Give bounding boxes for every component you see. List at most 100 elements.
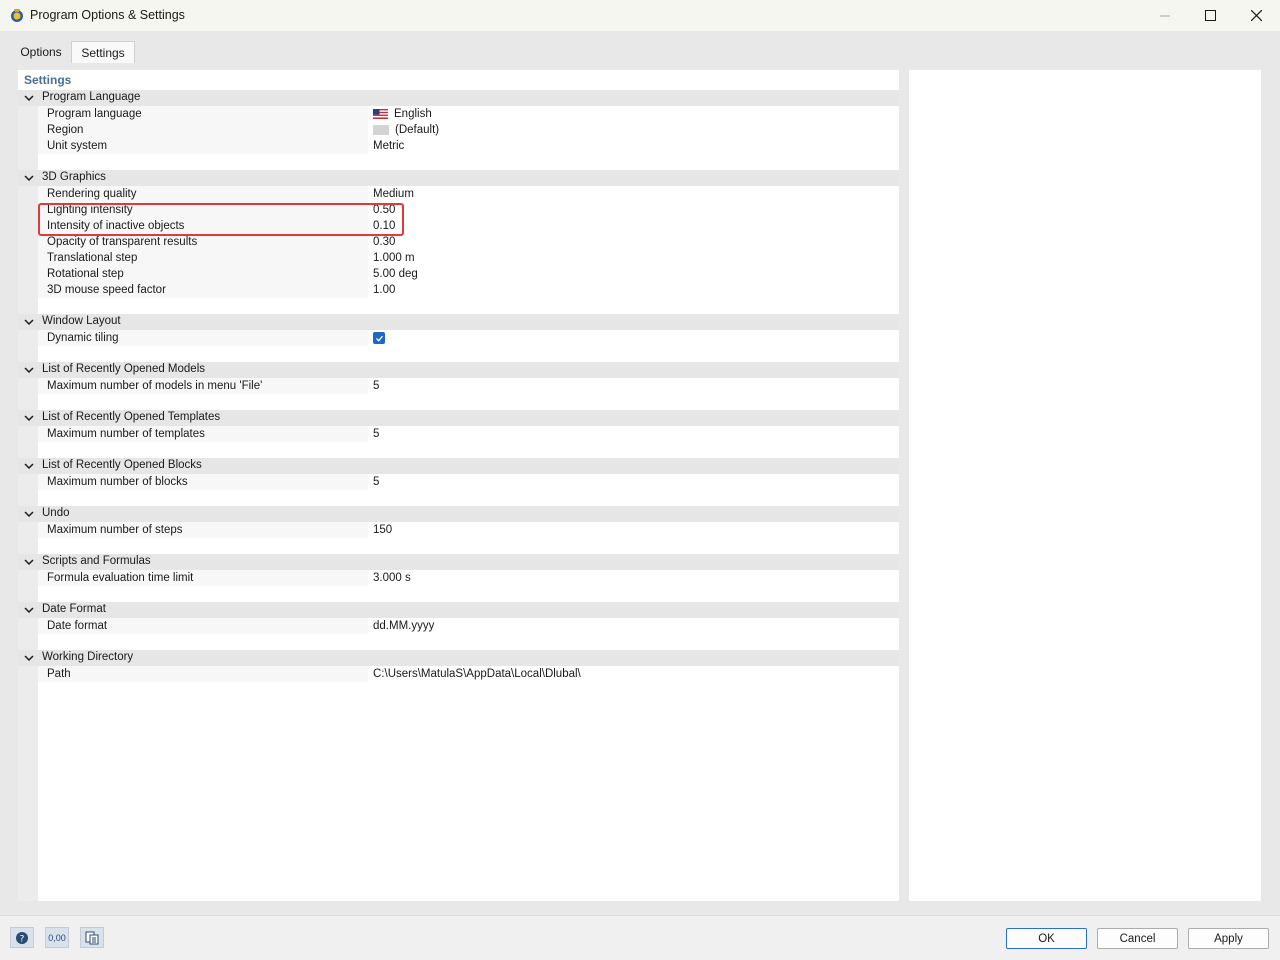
- group-title: List of Recently Opened Blocks: [42, 459, 202, 471]
- document-list-icon: [85, 931, 99, 944]
- close-button[interactable]: [1233, 0, 1279, 31]
- row-rotational-step[interactable]: Rotational step 5.00 deg: [38, 266, 899, 282]
- us-flag-icon: [373, 109, 388, 119]
- region-swatch-icon: [373, 125, 389, 135]
- group-title: Date Format: [42, 603, 106, 615]
- row-value[interactable]: 5: [373, 426, 379, 442]
- row-dynamic-tiling[interactable]: Dynamic tiling: [38, 330, 899, 346]
- chevron-down-icon[interactable]: [23, 556, 35, 568]
- row-label: Rendering quality: [38, 186, 368, 202]
- row-label: Formula evaluation time limit: [38, 570, 368, 586]
- row-label: Lighting intensity: [38, 202, 368, 218]
- row-label: Translational step: [38, 250, 368, 266]
- row-unit-system[interactable]: Unit system Metric: [38, 138, 899, 154]
- row-value[interactable]: Metric: [373, 138, 404, 154]
- chevron-down-icon[interactable]: [23, 316, 35, 328]
- group-3d-graphics[interactable]: 3D Graphics: [18, 170, 899, 186]
- preview-panel: [909, 70, 1261, 901]
- row-value[interactable]: 0.10: [373, 218, 395, 234]
- maximize-icon: [1204, 10, 1216, 21]
- group-title: Undo: [42, 507, 70, 519]
- row-value[interactable]: 0.30: [373, 234, 395, 250]
- row-formula-time-limit[interactable]: Formula evaluation time limit 3.000 s: [38, 570, 899, 586]
- group-scripts-formulas[interactable]: Scripts and Formulas: [18, 554, 899, 570]
- group-title: List of Recently Opened Models: [42, 363, 206, 375]
- row-label: Maximum number of blocks: [38, 474, 368, 490]
- row-label: Maximum number of models in menu 'File': [38, 378, 368, 394]
- row-label: Intensity of inactive objects: [38, 218, 368, 234]
- row-translational-step[interactable]: Translational step 1.000 m: [38, 250, 899, 266]
- chevron-down-icon[interactable]: [23, 604, 35, 616]
- row-value[interactable]: 3.000 s: [373, 570, 411, 586]
- row-value[interactable]: 5.00 deg: [373, 266, 418, 282]
- chevron-down-icon[interactable]: [23, 92, 35, 104]
- row-max-models[interactable]: Maximum number of models in menu 'File' …: [38, 378, 899, 394]
- group-recent-blocks[interactable]: List of Recently Opened Blocks: [18, 458, 899, 474]
- minimize-button[interactable]: [1142, 0, 1188, 31]
- group-working-directory[interactable]: Working Directory: [18, 650, 899, 666]
- group-undo[interactable]: Undo: [18, 506, 899, 522]
- chevron-down-icon[interactable]: [23, 652, 35, 664]
- copy-settings-button[interactable]: [80, 927, 104, 948]
- row-label: Maximum number of steps: [38, 522, 368, 538]
- row-value[interactable]: dd.MM.yyyy: [373, 618, 434, 634]
- row-value[interactable]: (Default): [373, 122, 439, 138]
- cancel-button[interactable]: Cancel: [1097, 928, 1178, 949]
- row-opacity-transparent[interactable]: Opacity of transparent results 0.30: [38, 234, 899, 250]
- row-max-templates[interactable]: Maximum number of templates 5: [38, 426, 899, 442]
- row-label: Program language: [38, 106, 368, 122]
- help-button[interactable]: ?: [10, 927, 34, 948]
- row-label: Path: [38, 666, 368, 682]
- language-value: English: [394, 108, 432, 120]
- row-value[interactable]: English: [373, 106, 432, 122]
- title-bar: Program Options & Settings: [0, 0, 1280, 31]
- group-recent-models[interactable]: List of Recently Opened Models: [18, 362, 899, 378]
- tab-strip: Options Settings: [0, 31, 1280, 64]
- chevron-down-icon[interactable]: [23, 412, 35, 424]
- button-bar: [0, 915, 1280, 960]
- row-region[interactable]: Region (Default): [38, 122, 899, 138]
- group-window-layout[interactable]: Window Layout: [18, 314, 899, 330]
- group-recent-templates[interactable]: List of Recently Opened Templates: [18, 410, 899, 426]
- units-decimals-button[interactable]: 0,00: [45, 927, 69, 948]
- apply-button[interactable]: Apply: [1188, 928, 1269, 949]
- dynamic-tiling-checkbox[interactable]: [373, 332, 385, 344]
- group-title: 3D Graphics: [42, 171, 106, 183]
- row-date-format[interactable]: Date format dd.MM.yyyy: [38, 618, 899, 634]
- group-title: Program Language: [42, 91, 141, 103]
- chevron-down-icon[interactable]: [23, 460, 35, 472]
- row-max-steps[interactable]: Maximum number of steps 150: [38, 522, 899, 538]
- chevron-down-icon[interactable]: [23, 508, 35, 520]
- row-value[interactable]: 5: [373, 378, 379, 394]
- row-value[interactable]: Medium: [373, 186, 414, 202]
- row-path[interactable]: Path C:\Users\MatulaS\AppData\Local\Dlub…: [38, 666, 899, 682]
- ok-button[interactable]: OK: [1006, 928, 1087, 949]
- tab-settings[interactable]: Settings: [71, 41, 135, 64]
- units-label: 0,00: [48, 932, 66, 943]
- row-value[interactable]: 1.00: [373, 282, 395, 298]
- row-value[interactable]: C:\Users\MatulaS\AppData\Local\Dlubal\: [373, 666, 581, 682]
- row-program-language[interactable]: Program language English: [38, 106, 899, 122]
- row-value[interactable]: 5: [373, 474, 379, 490]
- chevron-down-icon[interactable]: [23, 364, 35, 376]
- row-value[interactable]: 0.50: [373, 202, 395, 218]
- group-title: Scripts and Formulas: [42, 555, 151, 567]
- maximize-button[interactable]: [1187, 0, 1233, 31]
- row-value[interactable]: 1.000 m: [373, 250, 415, 266]
- tab-options[interactable]: Options: [12, 41, 70, 63]
- row-label: Maximum number of templates: [38, 426, 368, 442]
- row-value[interactable]: [373, 330, 385, 346]
- row-value[interactable]: 150: [373, 522, 392, 538]
- group-program-language[interactable]: Program Language: [18, 90, 899, 106]
- row-mouse-speed[interactable]: 3D mouse speed factor 1.00: [38, 282, 899, 298]
- row-inactive-intensity[interactable]: Intensity of inactive objects 0.10: [38, 218, 899, 234]
- row-lighting-intensity[interactable]: Lighting intensity 0.50: [38, 202, 899, 218]
- panel-heading: Settings: [24, 73, 72, 87]
- row-max-blocks[interactable]: Maximum number of blocks 5: [38, 474, 899, 490]
- group-date-format[interactable]: Date Format: [18, 602, 899, 618]
- row-rendering-quality[interactable]: Rendering quality Medium: [38, 186, 899, 202]
- group-title: Working Directory: [42, 651, 134, 663]
- row-label: Rotational step: [38, 266, 368, 282]
- chevron-down-icon[interactable]: [23, 172, 35, 184]
- row-label: Opacity of transparent results: [38, 234, 368, 250]
